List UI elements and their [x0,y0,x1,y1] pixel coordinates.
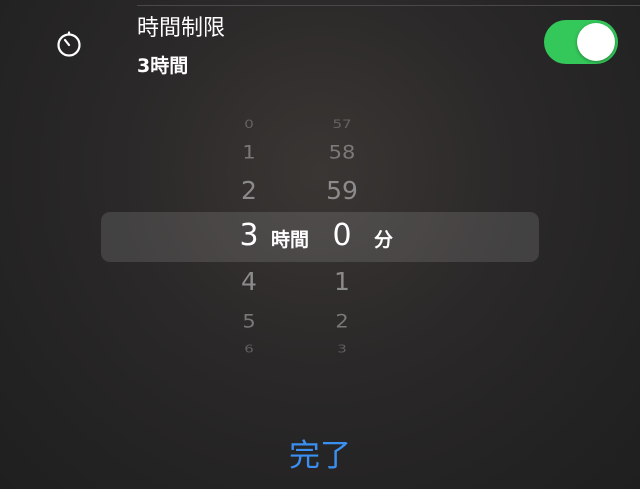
minute-option[interactable]: 57 [316,117,368,131]
hour-option[interactable]: 2 [220,176,278,205]
setting-value: 3時間 [137,55,189,77]
setting-title: 時間制限 [137,16,226,41]
hour-option[interactable]: 5 [220,310,278,332]
minute-option[interactable]: 59 [316,176,368,205]
minute-option[interactable]: 1 [316,267,368,296]
time-limit-toggle[interactable] [544,20,618,64]
timer-icon [57,31,81,57]
hour-option[interactable]: 1 [220,141,278,163]
hour-selected[interactable]: 3 [220,218,278,253]
minute-option[interactable]: 58 [316,141,368,163]
minute-selected[interactable]: 0 [316,218,368,253]
done-button[interactable]: 完了 [0,430,640,475]
hour-option[interactable]: 6 [220,343,278,356]
time-picker: 0 1 2 3 4 5 6 57 58 59 0 1 2 3 時間 分 [0,0,640,489]
hour-option[interactable]: 4 [220,267,278,296]
hour-option[interactable]: 0 [220,117,278,131]
minute-option[interactable]: 3 [316,343,368,356]
toggle-knob [577,23,615,61]
top-divider [137,5,640,6]
minute-option[interactable]: 2 [316,310,368,332]
